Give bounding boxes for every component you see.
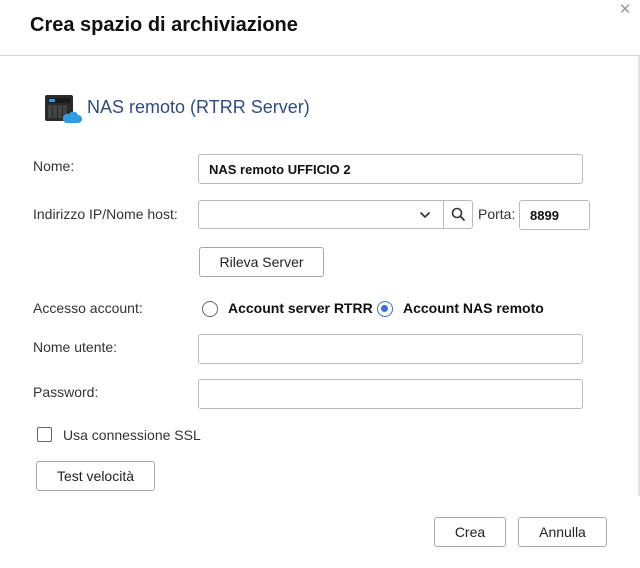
cancel-button[interactable]: Annulla	[518, 517, 607, 547]
username-field[interactable]	[198, 334, 583, 364]
radio-remote-nas-account[interactable]	[377, 301, 393, 317]
close-icon[interactable]: ✕	[618, 2, 632, 17]
password-label: Password:	[33, 384, 99, 400]
username-label: Nome utente:	[33, 339, 118, 355]
search-button[interactable]	[443, 200, 473, 229]
ssl-checkbox[interactable]	[37, 427, 52, 442]
name-label: Nome:	[33, 158, 75, 174]
header-title: NAS remoto (RTRR Server)	[87, 97, 310, 117]
chevron-down-icon	[419, 211, 431, 219]
password-field[interactable]	[198, 379, 583, 409]
speed-test-button[interactable]: Test velocità	[36, 461, 155, 491]
name-field[interactable]	[198, 154, 583, 184]
radio-remote-nas-label: Account NAS remoto	[403, 300, 544, 316]
create-button[interactable]: Crea	[434, 517, 506, 547]
host-select[interactable]	[198, 200, 444, 229]
nas-cloud-icon	[44, 93, 82, 125]
access-label: Accesso account:	[33, 300, 143, 316]
title-divider	[0, 55, 640, 56]
create-storage-dialog: Crea spazio di archiviazione ✕ NAS remot…	[0, 0, 640, 568]
detect-server-button[interactable]: Rileva Server	[199, 247, 324, 277]
port-field[interactable]	[519, 200, 590, 230]
dialog-title: Crea spazio di archiviazione	[30, 14, 298, 36]
ssl-label: Usa connessione SSL	[63, 427, 201, 443]
radio-rtrr-account[interactable]	[202, 301, 218, 317]
radio-rtrr-label: Account server RTRR	[228, 300, 373, 316]
port-label: Porta:	[478, 206, 516, 222]
host-label: Indirizzo IP/Nome host:	[33, 206, 178, 222]
search-icon	[451, 207, 466, 222]
